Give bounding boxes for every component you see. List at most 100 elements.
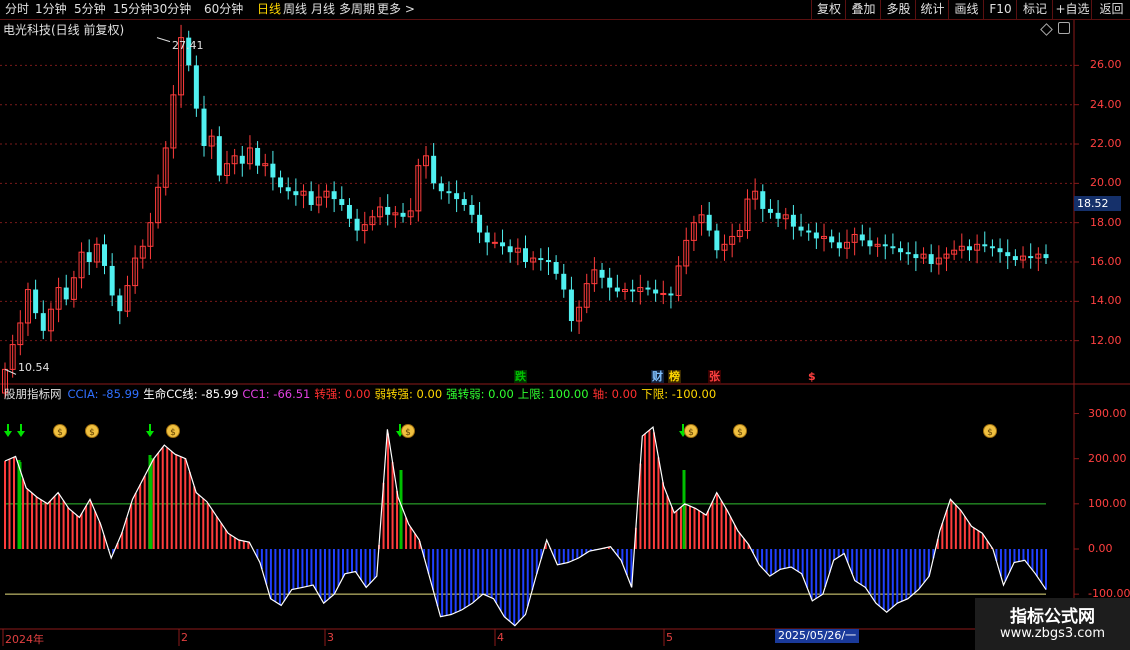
indicator-tick-label: 200.00 [1088, 451, 1127, 465]
cc-line [4, 425, 1047, 627]
low-pointer [4, 368, 17, 375]
candle-body-down [767, 208, 773, 213]
watermark-title: 指标公式网 [1010, 607, 1095, 627]
candle-body-down [40, 313, 46, 331]
event-marker-3[interactable]: 张 [708, 370, 721, 383]
candle-body-down [33, 289, 39, 314]
cursor-date: 2025/05/26/一 [775, 629, 860, 643]
down-arrow-head [146, 431, 154, 437]
candle-body-down [898, 248, 904, 253]
candle-body-down [454, 193, 460, 200]
indicator-value-6: 上限: 100.00 [517, 387, 589, 401]
indicator-value-8: 下限: -100.00 [641, 387, 717, 401]
candle-body-down [500, 242, 506, 247]
candle-body-down [829, 236, 835, 243]
candle-body-down [293, 191, 299, 196]
money-bag-glyph: $ [89, 428, 95, 438]
candle-body-down [523, 248, 528, 263]
candle-body-down [86, 252, 92, 263]
price-tick-label: 20.00 [1090, 176, 1122, 190]
candle-body-down [109, 265, 115, 296]
candle-body-down [216, 136, 222, 176]
high-price-label: 27.41 [172, 39, 204, 52]
chart-area[interactable]: $ $ $ $ $ $ $ [0, 0, 1130, 650]
candle-body-down [653, 289, 659, 294]
price-tick-label: 14.00 [1090, 294, 1122, 308]
candle-body-down [798, 226, 804, 231]
event-marker-0[interactable]: 跌 [514, 370, 527, 383]
candle-body-down [484, 232, 490, 243]
candle-body-down [477, 214, 483, 233]
candle-body-down [859, 234, 865, 241]
time-label-4: 5 [666, 631, 673, 644]
candle-body-down [255, 147, 261, 166]
event-marker-2[interactable]: 榜 [668, 370, 681, 383]
low-price-label: 10.54 [18, 361, 50, 374]
candle-body-down [630, 289, 636, 292]
candle-body-down [1043, 254, 1049, 259]
candle-body-down [890, 246, 896, 249]
indicator-value-4: 弱转强: 0.00 [374, 387, 443, 401]
candle-body-down [285, 187, 291, 192]
event-marker-1[interactable]: 财 [651, 370, 664, 383]
watermark: 指标公式网 www.zbgs3.com [975, 598, 1130, 650]
candle-body-down [354, 218, 360, 231]
candle-body-down [836, 242, 842, 249]
candle-body-down [867, 240, 873, 247]
indicator-name: 股朋指标网 [4, 387, 62, 401]
candle-body-down [614, 287, 620, 292]
event-marker-4[interactable]: $ [807, 370, 817, 383]
candle-body-down [1012, 256, 1018, 261]
candle-body-down [461, 199, 467, 205]
indicator-grid [2, 413, 1079, 646]
candle-body-down [966, 246, 972, 251]
candle-body-down [339, 199, 345, 205]
watermark-url: www.zbgs3.com [999, 626, 1106, 641]
indicator-tick-label: 100.00 [1088, 496, 1127, 510]
candle-body-down [438, 183, 444, 192]
down-arrow-head [17, 431, 25, 437]
indicator-value-5: 强转弱: 0.00 [446, 387, 514, 401]
indicator-value-7: 轴: 0.00 [592, 387, 638, 401]
price-tick-label: 22.00 [1090, 137, 1122, 151]
money-bag-glyph: $ [987, 428, 993, 438]
money-bag-glyph: $ [737, 428, 743, 438]
down-arrow-head [4, 431, 12, 437]
candle-body-down [760, 191, 766, 209]
indicator-bars [4, 430, 1047, 626]
candle-body-down [989, 246, 995, 249]
time-label-1: 2 [181, 631, 188, 644]
money-bag-glyph: $ [688, 428, 694, 438]
candle-body-down [1005, 252, 1011, 257]
price-tick-label: 26.00 [1090, 58, 1122, 72]
candle-body-down [278, 177, 284, 188]
indicator-tick-label: 0.00 [1088, 541, 1113, 555]
candle-body-down [553, 262, 559, 274]
candle-body-down [239, 155, 245, 164]
indicator-value-3: 转强: 0.00 [314, 387, 371, 401]
candle-body-down [806, 230, 812, 233]
candles [2, 24, 1049, 399]
candle-body-down [913, 254, 919, 259]
candle-body-down [346, 204, 352, 219]
candle-body-down [706, 214, 712, 231]
price-tick-label: 16.00 [1090, 255, 1122, 268]
candle-body-down [400, 212, 406, 217]
current-price-tag: 18.52 [1074, 196, 1121, 211]
candle-body-down [714, 230, 720, 251]
candle-body-down [270, 163, 276, 178]
price-tick-label: 12.00 [1090, 333, 1122, 347]
candle-body-down [507, 246, 513, 253]
candle-body-down [469, 204, 475, 215]
price-grid [0, 64, 1079, 342]
indicator-line [4, 425, 1047, 627]
candle-body-down [568, 289, 574, 322]
indicator-legend: 股朋指标网 CCIA: -85.99 生命CC线: -85.99 CC1: -66.5… [4, 386, 720, 402]
candle-body-down [193, 65, 199, 109]
candle-body-down [607, 277, 613, 288]
indicator-value-1: 生命CC线: -85.99 [143, 387, 239, 401]
candle-body-down [385, 206, 391, 215]
candle-body-down [446, 191, 452, 194]
price-tick-label: 18.00 [1090, 215, 1122, 229]
candle-body-down [775, 212, 781, 219]
